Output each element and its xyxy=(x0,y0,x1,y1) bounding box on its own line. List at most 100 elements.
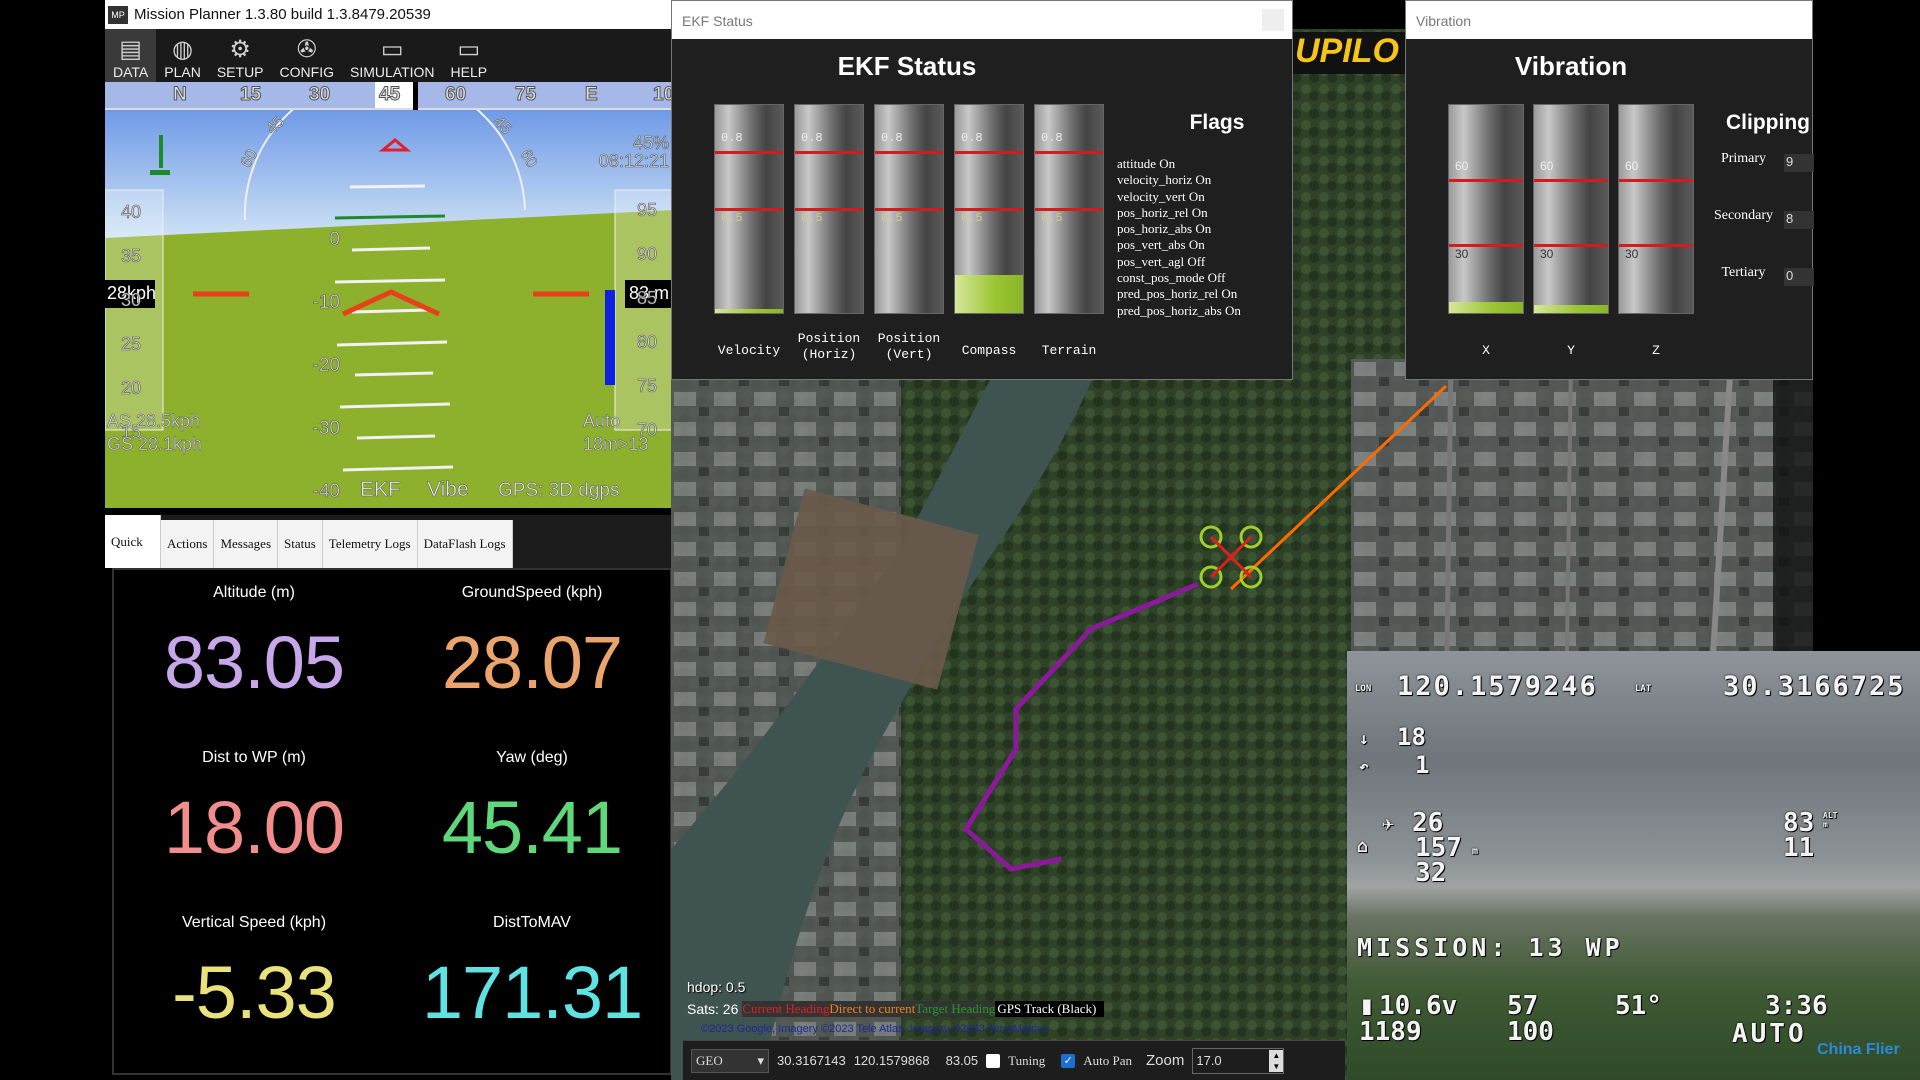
ekf-flag: pos_horiz_abs On xyxy=(1117,221,1212,237)
quick-item[interactable]: Dist to WP (m) 18.00 xyxy=(114,735,394,870)
hud-groundspeed: GS 28.1kph xyxy=(107,434,203,455)
tab-messages[interactable]: Messages xyxy=(214,520,278,568)
heading-label: E xyxy=(585,84,599,106)
tab-dataflash-logs[interactable]: DataFlash Logs xyxy=(417,520,513,568)
close-button[interactable] xyxy=(1262,9,1284,31)
osd-speed: 32 xyxy=(1415,858,1447,888)
cursor-lon: 120.1579868 xyxy=(853,1053,930,1068)
hud-ekf-link[interactable]: EKF xyxy=(360,478,401,502)
hud-vibe-link[interactable]: Vibe xyxy=(427,478,469,502)
toolbar-config-button[interactable]: ✇ CONFIG xyxy=(272,29,342,82)
ekf-bar: 0.8 0.5 xyxy=(874,104,944,314)
vibration-axis-label: Y xyxy=(1567,343,1575,358)
ekf-title: EKF Status xyxy=(837,51,977,81)
tick-label: 0.8 xyxy=(801,131,823,145)
quick-item[interactable]: GroundSpeed (kph) 28.07 xyxy=(392,570,672,705)
tick-label: 0.5 xyxy=(721,211,743,225)
quick-item-value: 171.31 xyxy=(421,951,643,1034)
ekf-window-title: EKF Status xyxy=(672,1,1292,39)
satellite-icon: ✈ xyxy=(1382,811,1395,835)
toolbar-simulation-button[interactable]: ▭ SIMULATION xyxy=(342,29,443,82)
quick-item[interactable]: Yaw (deg) 45.41 xyxy=(392,735,672,870)
ekf-bar: 0.8 0.5 xyxy=(714,104,784,314)
threshold-line xyxy=(955,151,1023,154)
monitor-help-icon: ▭ xyxy=(457,36,481,63)
tick-label: 60 xyxy=(1540,159,1554,173)
app-logo: MP xyxy=(108,5,128,24)
osd-roll: 1 xyxy=(1415,751,1430,779)
tick-label: 0.5 xyxy=(801,211,823,225)
tick-label: 60 xyxy=(1455,159,1469,173)
autopan-checkbox[interactable]: ✓ xyxy=(1061,1053,1076,1068)
ekf-flag: const_pos_mode Off xyxy=(1117,270,1226,286)
ekf-bar-label: Terrain xyxy=(1041,343,1097,358)
vibration-bar: 60 30 xyxy=(1533,104,1609,314)
clipping-value: 0 xyxy=(1784,268,1814,286)
threshold-line xyxy=(715,151,783,154)
hud-battery: 45% xyxy=(632,133,670,153)
quick-item-label: DistToMAV xyxy=(493,914,571,931)
tick-label: 0.5 xyxy=(1041,211,1063,225)
osd-alt-unit: ALT m xyxy=(1823,811,1838,829)
toolbar-plan-button[interactable]: ◍ PLAN xyxy=(156,29,209,82)
watermark: China Flier xyxy=(1817,1041,1900,1058)
legend-gps-track: GPS Track (Black) xyxy=(995,1001,1105,1017)
heading-current: 45 xyxy=(375,82,413,108)
coord-system-select[interactable]: GEO ▾ xyxy=(691,1048,769,1073)
vibration-window-title: Vibration xyxy=(1406,1,1812,39)
quick-item-value: 83.05 xyxy=(163,621,345,704)
quick-item-label: Altitude (m) xyxy=(213,584,295,601)
map-status-bar: GEO ▾ 30.3167143 120.1579868 83.05 Tuning… xyxy=(683,1040,1345,1080)
tick-label: 60 xyxy=(1625,159,1639,173)
heading-label: 15 xyxy=(239,84,262,106)
quick-item-value: 18.00 xyxy=(163,786,345,869)
zoom-stepper[interactable]: 17.0 ▲ ▼ xyxy=(1192,1047,1285,1074)
hud-flight-mode: Auto xyxy=(583,411,621,432)
quick-item[interactable]: Altitude (m) 83.05 xyxy=(114,570,394,705)
toolbar-setup-button[interactable]: ⚙ SETUP xyxy=(209,29,272,82)
tick-label: 30 xyxy=(1625,247,1639,261)
gear-icon: ⚙ xyxy=(229,36,251,63)
ekf-bar-label: Velocity xyxy=(717,343,781,358)
speed-tick: 20 xyxy=(121,378,142,399)
pitch-tick: 0 xyxy=(329,229,340,251)
fpv-video-feed: LON 120.1579246 LAT 30.3166725 ↓ 18 ↶ 1 … xyxy=(1347,651,1920,1080)
hud-waypoint: 18m>13 xyxy=(583,434,649,455)
tab-actions[interactable]: Actions xyxy=(161,520,215,568)
ekf-flag: pred_pos_horiz_rel On xyxy=(1117,286,1238,302)
heading-label: 60 xyxy=(444,84,467,106)
tuning-checkbox[interactable] xyxy=(986,1053,1001,1068)
tab-status[interactable]: Status xyxy=(278,520,323,568)
hud-airspeed: AS 28.5kph xyxy=(107,411,201,432)
hud-attitude-indicator[interactable]: 28kph 83 m 40 35 30 25 20 15 95 90 85 80 75 70 0 -1… xyxy=(105,110,675,508)
toolbar-data-button[interactable]: ▤ DATA xyxy=(105,29,157,82)
chevron-down-icon: ▾ xyxy=(757,1052,764,1068)
osd-total-distance: 1189 xyxy=(1359,1017,1422,1047)
hud-clock: 08:12:21 xyxy=(598,151,670,171)
spin-arrows-icon[interactable]: ▲ ▼ xyxy=(1269,1049,1284,1072)
heading-label: 75 xyxy=(514,84,537,106)
tab-quick[interactable]: Quick xyxy=(105,515,161,568)
osd-lat-label: LAT xyxy=(1635,684,1652,694)
osd-heading: 51° xyxy=(1615,991,1662,1021)
quick-panel: Altitude (m) 83.05 GroundSpeed (kph) 28.07 D… xyxy=(112,568,672,1075)
tick-label: 0.8 xyxy=(881,131,903,145)
ekf-bar-label: Compass xyxy=(961,343,1017,358)
window-title: Mission Planner 1.3.80 build 1.3.8479.20… xyxy=(134,6,431,23)
threshold-line xyxy=(1534,179,1608,182)
osd-lon-label: LON xyxy=(1355,684,1372,694)
threshold-line xyxy=(1619,179,1693,182)
quick-item[interactable]: DistToMAV 171.31 xyxy=(392,900,672,1035)
vibration-bar-fill xyxy=(1534,305,1608,313)
altitude-tick: 75 xyxy=(637,376,658,397)
ekf-flag: attitude On xyxy=(1117,156,1176,171)
wrench-icon: ✇ xyxy=(296,36,317,63)
threshold-line xyxy=(795,151,863,154)
quick-item[interactable]: Vertical Speed (kph) -5.33 xyxy=(114,900,394,1035)
map-copyright: ©2023 Google, Imagery ©2023 Tele Atlas, … xyxy=(701,1023,1049,1035)
heading-label: 30 xyxy=(308,84,331,106)
toolbar-help-button[interactable]: ▭ HELP xyxy=(443,29,496,82)
quick-item-label: GroundSpeed (kph) xyxy=(461,584,603,601)
tab-telemetry-logs[interactable]: Telemetry Logs xyxy=(322,520,418,568)
vibration-axis-label: Z xyxy=(1652,343,1660,358)
